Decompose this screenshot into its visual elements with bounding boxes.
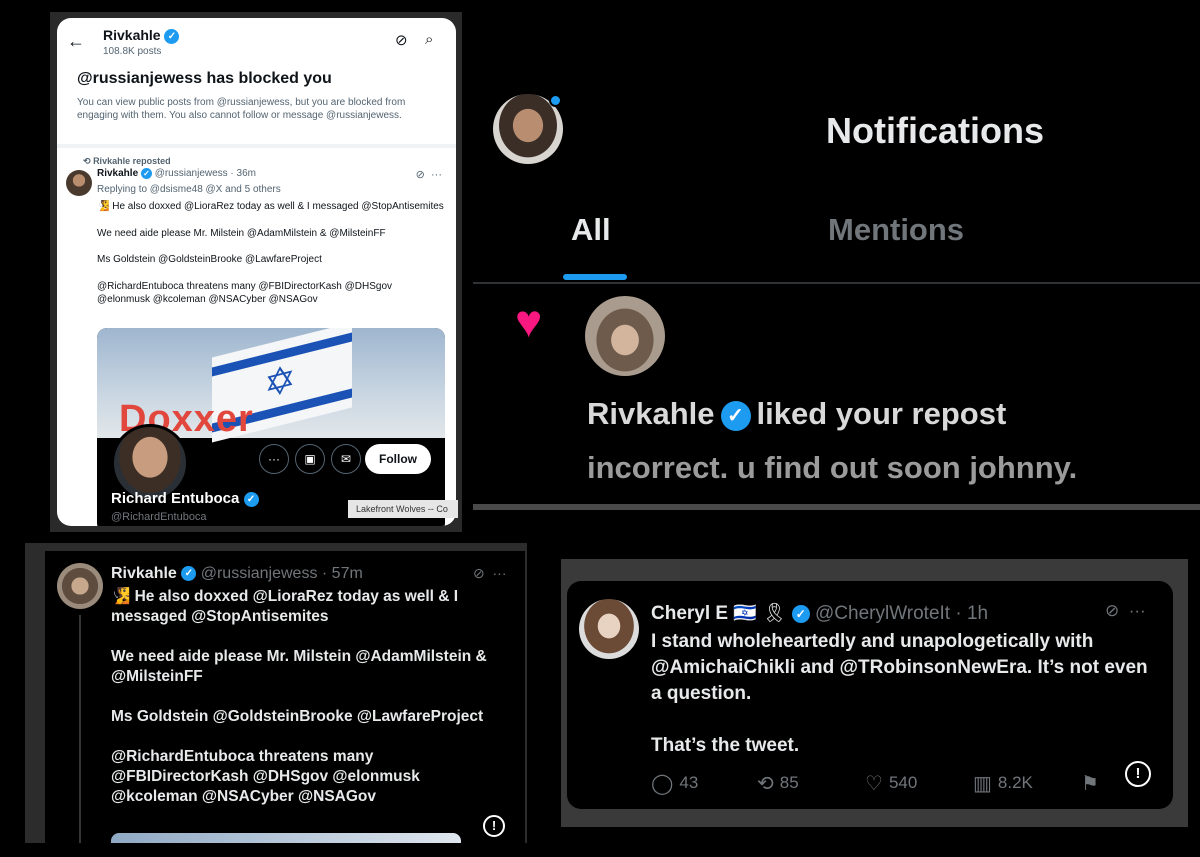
tweet-handle-time: @russianjewess · 57m: [200, 565, 363, 582]
avatar[interactable]: [579, 599, 639, 659]
card-handle: @RichardEntuboca: [111, 511, 207, 523]
like-notification-text[interactable]: Rivkahle ✓ liked your repost: [587, 396, 1006, 432]
star-of-david-icon: ✡: [264, 357, 296, 408]
phone-screen: ← Rivkahle ✓ 108.8K posts ⊘ ⌕ @russianje…: [57, 18, 456, 526]
tweet-line: That’s the tweet.: [651, 735, 800, 756]
thread-line: [79, 615, 81, 843]
reposted-text: incorrect. u find out soon johnny.: [587, 450, 1078, 485]
back-arrow-icon[interactable]: ←: [67, 31, 85, 52]
unread-dot: [549, 94, 562, 107]
tweet-author-name[interactable]: Rivkahle: [111, 565, 177, 582]
tweet-line: @RichardEntuboca threatens many @FBIDire…: [97, 280, 393, 306]
verified-badge-icon: ✓: [181, 566, 197, 582]
grok-icon[interactable]: ⊘: [1105, 601, 1119, 620]
avatar[interactable]: [66, 170, 92, 196]
views-icon: ▥: [973, 773, 992, 795]
heart-icon: ♥: [515, 295, 543, 347]
tweet-actions-top: ⊘ ···: [473, 565, 507, 582]
tweet-author-name[interactable]: Rivkahle: [97, 168, 138, 179]
profile-card[interactable]: ✡ Doxxer ··· ▣ ✉ Follow Richard Entuboca…: [97, 328, 445, 526]
dark-tweet-screenshot: Rivkahle ✓ @russianjewess · 57m ⊘ ··· 🧏 …: [25, 543, 527, 843]
tweet-header: Cheryl E 🇮🇱 🎗 ✓ @CherylWroteIt · 1h: [651, 601, 988, 625]
avatar[interactable]: [585, 296, 665, 376]
blocked-title: @russianjewess has blocked you: [77, 70, 332, 87]
repost-icon: ⟲: [757, 773, 774, 795]
more-icon[interactable]: ···: [431, 169, 442, 181]
tweet-text: 🧏 He also doxxed @LioraRez today as well…: [111, 587, 501, 827]
reply-icon: ◯: [651, 773, 674, 795]
tweet-line: @RichardEntuboca threatens many @FBIDire…: [111, 748, 420, 805]
tweet-line: We need aide please Mr. Milstein @AdamMi…: [111, 648, 487, 685]
blocked-profile-screenshot: ← Rivkahle ✓ 108.8K posts ⊘ ⌕ @russianje…: [50, 12, 462, 532]
message-button[interactable]: ✉: [331, 444, 361, 474]
tweet-author-name[interactable]: Cheryl E: [651, 603, 728, 624]
tweet-handle-time: @CherylWroteIt · 1h: [815, 603, 989, 624]
follow-button[interactable]: Follow: [365, 444, 431, 474]
tweet[interactable]: Cheryl E 🇮🇱 🎗 ✓ @CherylWroteIt · 1h ⊘ ··…: [567, 581, 1173, 809]
tweet-line: 🧏 He also doxxed @LioraRez today as well…: [97, 201, 444, 212]
divider: [57, 144, 456, 148]
views-button[interactable]: ▥ 8.2K: [973, 771, 1033, 796]
notifications-screenshot: Notifications All Mentions ♥ Rivkahle ✓ li…: [473, 58, 1200, 510]
blocked-description: You can view public posts from @russianj…: [77, 97, 406, 121]
card-name: Richard Entuboca ✓: [111, 490, 259, 507]
tweet-line: Ms Goldstein @GoldsteinBrooke @LawfarePr…: [97, 254, 322, 265]
video-tag: Lakefront Wolves -- Co: [348, 500, 458, 518]
repost-icon: ⟲: [83, 156, 91, 166]
divider: [473, 504, 1200, 510]
cheryl-tweet-screenshot: Cheryl E 🇮🇱 🎗 ✓ @CherylWroteIt · 1h ⊘ ··…: [561, 559, 1188, 827]
divider: [473, 282, 1200, 284]
tweet-line: I stand wholeheartedly and unapologetica…: [651, 631, 1148, 704]
reply-button[interactable]: ◯ 43: [651, 771, 698, 796]
verified-badge-icon: ✓: [164, 28, 180, 44]
grok-profile-button[interactable]: ▣: [295, 444, 325, 474]
profile-name: Rivkahle ✓: [103, 27, 180, 44]
tab-mentions[interactable]: Mentions: [828, 212, 964, 248]
tweet-header: Rivkahle ✓ @russianjewess · 36m: [97, 168, 256, 179]
search-icon[interactable]: ⌕: [425, 31, 433, 48]
like-button[interactable]: ♡ 540: [865, 771, 917, 796]
avatar[interactable]: [57, 563, 103, 609]
tweet-header: Rivkahle ✓ @russianjewess · 57m: [111, 565, 363, 583]
tweet-text: 🧏 He also doxxed @LioraRez today as well…: [97, 200, 447, 320]
more-icon[interactable]: ···: [493, 565, 507, 581]
tweet[interactable]: Rivkahle ✓ @russianjewess · 57m ⊘ ··· 🧏 …: [45, 551, 525, 843]
tweet-line: 🧏 He also doxxed @LioraRez today as well…: [111, 588, 459, 625]
grok-icon[interactable]: ⊘: [473, 565, 485, 581]
tweet-line: Ms Goldstein @GoldsteinBrooke @LawfarePr…: [111, 708, 484, 725]
info-icon[interactable]: !: [483, 815, 505, 837]
grok-icon[interactable]: ⊘: [395, 31, 408, 49]
verified-badge-icon: ✓: [243, 491, 259, 507]
tab-all[interactable]: All: [571, 212, 611, 248]
bookmark-button[interactable]: ⚑: [1081, 771, 1105, 796]
active-tab-indicator: [563, 274, 627, 280]
tweet-line: We need aide please Mr. Milstein @AdamMi…: [97, 227, 386, 239]
more-icon[interactable]: ···: [1129, 601, 1146, 620]
post-count: 108.8K posts: [103, 46, 162, 57]
flag-ribbon-emoji: 🇮🇱 🎗: [733, 603, 787, 624]
page-title: Notifications: [826, 110, 1045, 151]
tweet-actions-top: ⊘ ···: [1105, 601, 1146, 621]
verified-badge-icon: ✓: [140, 168, 152, 179]
profile-header: ← Rivkahle ✓ 108.8K posts ⊘ ⌕: [57, 18, 456, 70]
repost-button[interactable]: ⟲ 85: [757, 771, 799, 796]
grok-icon[interactable]: ⊘: [416, 169, 425, 181]
info-icon[interactable]: !: [1125, 761, 1151, 787]
tweet-text: I stand wholeheartedly and unapologetica…: [651, 629, 1159, 785]
bookmark-icon: ⚑: [1081, 773, 1099, 795]
more-button[interactable]: ···: [259, 444, 289, 474]
verified-badge-icon: ✓: [720, 400, 751, 431]
repost-indicator: ⟲ Rivkahle reposted: [83, 156, 171, 166]
heart-icon: ♡: [865, 773, 883, 795]
tweet-handle-time: @russianjewess · 36m: [154, 168, 256, 180]
media-preview[interactable]: [111, 833, 461, 843]
verified-badge-icon: ✓: [791, 604, 810, 623]
tweet-actions-top: ⊘ ···: [416, 168, 442, 181]
replying-to[interactable]: Replying to @dsisme48 @X and 5 others: [97, 184, 281, 195]
